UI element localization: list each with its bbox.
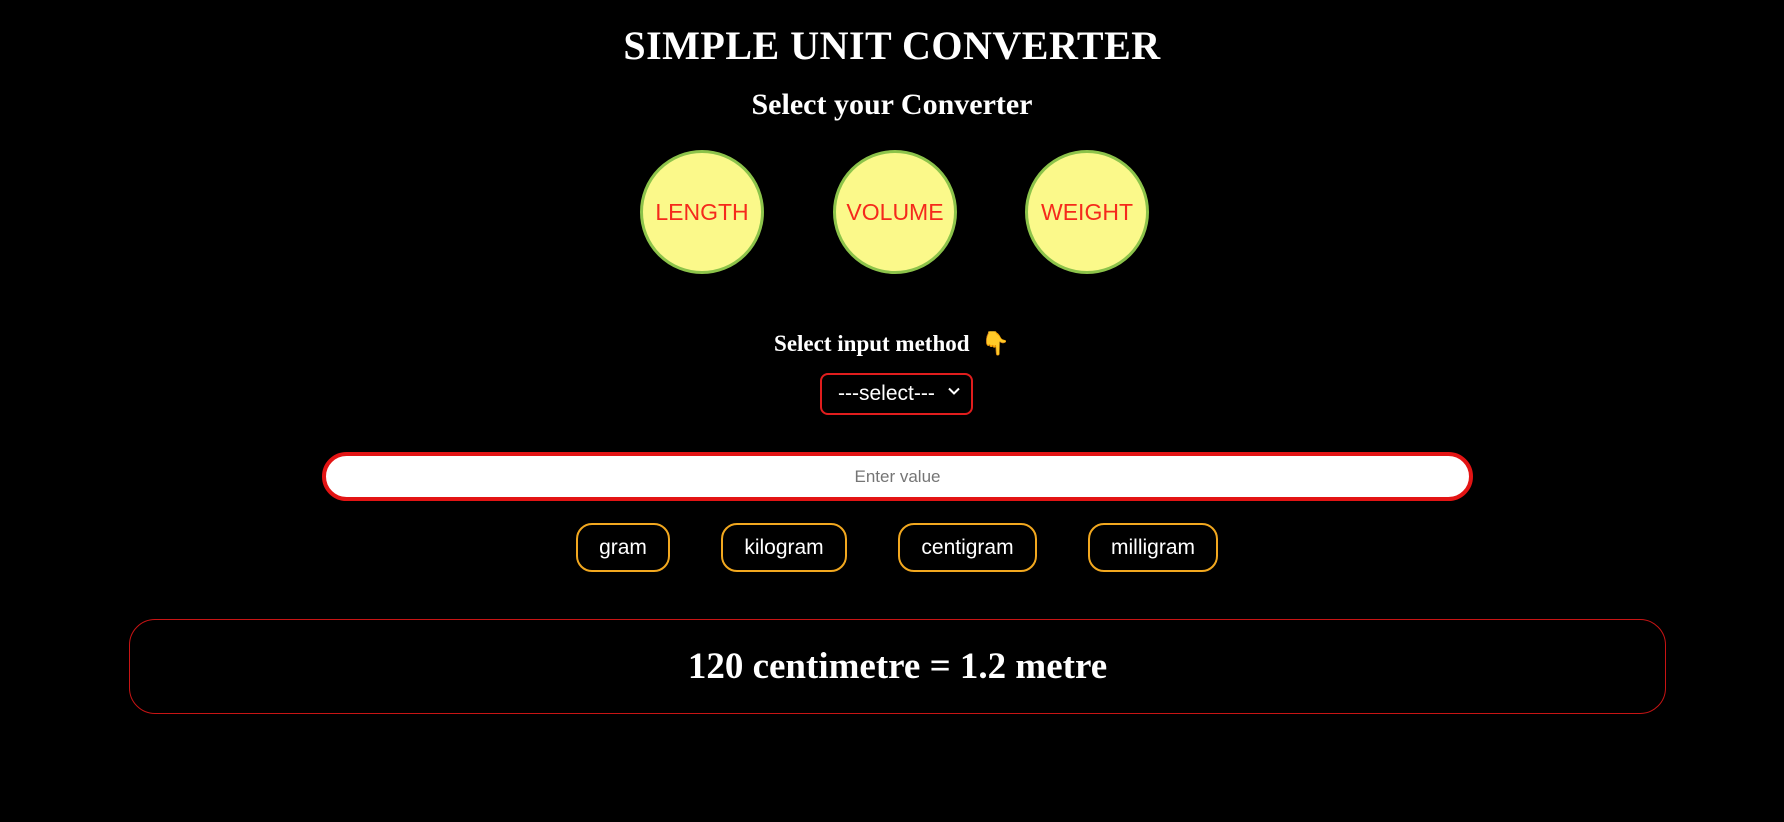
length-converter-button[interactable]: LENGTH bbox=[640, 150, 764, 274]
value-input[interactable] bbox=[322, 452, 1473, 501]
page-title: SIMPLE UNIT CONVERTER bbox=[623, 23, 1161, 68]
unit-button-centigram[interactable]: centigram bbox=[898, 523, 1037, 572]
chevron-down-icon bbox=[947, 384, 961, 403]
unit-button-milligram[interactable]: milligram bbox=[1088, 523, 1218, 572]
result-box: 120 centimetre = 1.2 metre bbox=[129, 619, 1666, 714]
input-method-select-value: ---select--- bbox=[838, 382, 935, 405]
input-method-label: Select input method 👇 bbox=[0, 330, 1784, 357]
converter-subtitle: Select your Converter bbox=[751, 88, 1033, 121]
input-method-text: Select input method bbox=[774, 331, 970, 356]
pointing-down-icon: 👇 bbox=[981, 331, 1010, 357]
weight-converter-button[interactable]: WEIGHT bbox=[1025, 150, 1149, 274]
unit-button-gram[interactable]: gram bbox=[576, 523, 670, 572]
input-method-select[interactable]: ---select--- bbox=[820, 373, 973, 415]
unit-button-kilogram[interactable]: kilogram bbox=[721, 523, 847, 572]
conversion-result: 120 centimetre = 1.2 metre bbox=[687, 646, 1108, 687]
volume-converter-button[interactable]: VOLUME bbox=[833, 150, 957, 274]
